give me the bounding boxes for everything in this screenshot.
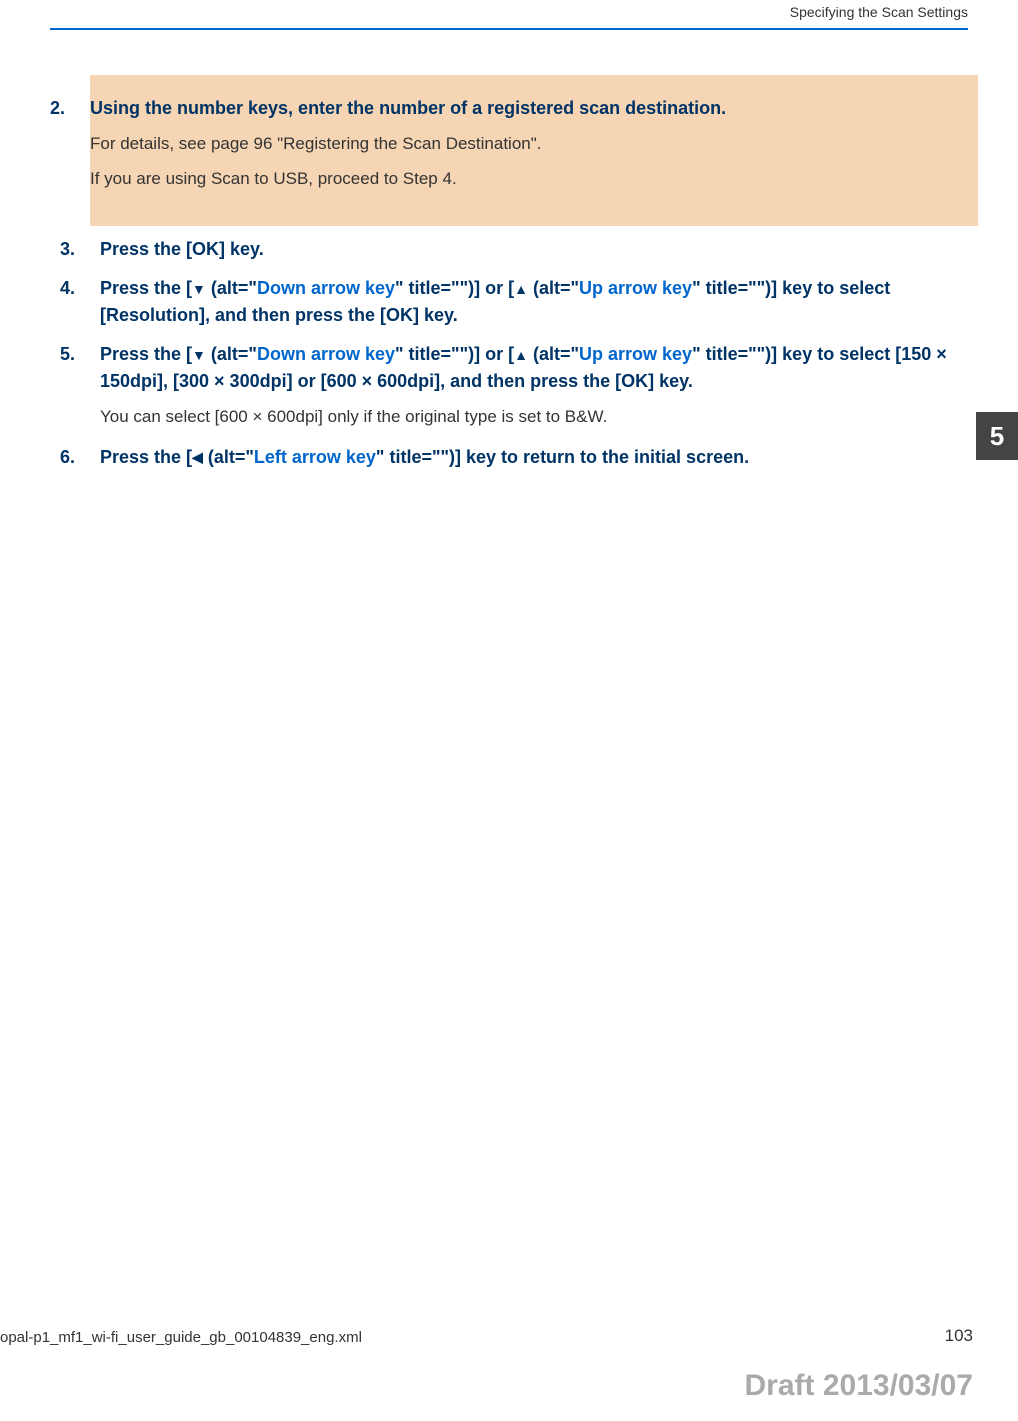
footer-filename: opal-p1_mf1_wi-fi_user_guide_gb_00104839… (0, 1329, 362, 1346)
step-title: Press the [OK] key. (100, 239, 264, 259)
text-segment: " title="")] or [ (395, 278, 514, 298)
left-arrow-icon: ◀ (192, 447, 203, 468)
text-segment: " title="")] key to return to the initia… (376, 447, 749, 467)
down-arrow-icon: ▼ (192, 279, 206, 300)
step-4: 4. Press the [▼ (alt="Down arrow key" ti… (100, 275, 968, 329)
step-title: Press the [▼ (alt="Down arrow key" title… (100, 278, 890, 325)
step-number: 6. (60, 444, 75, 471)
draft-stamp: Draft 2013/03/07 (745, 1369, 974, 1403)
text-segment: (alt=" (206, 278, 257, 298)
down-arrow-key-link[interactable]: Down arrow key (257, 344, 395, 364)
text-segment: (alt=" (203, 447, 254, 467)
step-number: 2. (50, 95, 65, 122)
step-title: Press the [◀ (alt="Left arrow key" title… (100, 447, 749, 467)
step-number: 5. (60, 341, 75, 368)
chapter-tab: 5 (976, 412, 1018, 460)
text-segment: Press the [ (100, 278, 192, 298)
footer-page-number: 103 (945, 1326, 973, 1346)
step-2: 2. Using the number keys, enter the numb… (90, 95, 948, 194)
chapter-number: 5 (990, 421, 1004, 452)
step-number: 4. (60, 275, 75, 302)
highlight-box: 2. Using the number keys, enter the numb… (90, 75, 978, 226)
text-segment: Press the [ (100, 447, 192, 467)
step-body-line: If you are using Scan to USB, proceed to… (90, 165, 948, 194)
up-arrow-key-link[interactable]: Up arrow key (579, 278, 692, 298)
up-arrow-key-link[interactable]: Up arrow key (579, 344, 692, 364)
step-body: For details, see page 96 "Registering th… (90, 130, 948, 194)
up-arrow-icon: ▲ (514, 279, 528, 300)
text-segment: (alt=" (528, 278, 579, 298)
step-6: 6. Press the [◀ (alt="Left arrow key" ti… (100, 444, 968, 471)
up-arrow-icon: ▲ (514, 345, 528, 366)
down-arrow-icon: ▼ (192, 345, 206, 366)
step-5: 5. Press the [▼ (alt="Down arrow key" ti… (100, 341, 968, 432)
text-segment: (alt=" (528, 344, 579, 364)
step-body-line: You can select [600 × 600dpi] only if th… (100, 403, 968, 432)
step-number: 3. (60, 236, 75, 263)
text-segment: " title="")] or [ (395, 344, 514, 364)
step-3: 3. Press the [OK] key. (100, 236, 968, 263)
page-header: Specifying the Scan Settings (50, 0, 968, 30)
step-title: Using the number keys, enter the number … (90, 98, 726, 118)
step-title: Press the [▼ (alt="Down arrow key" title… (100, 344, 947, 391)
step-body-line: For details, see page 96 "Registering th… (90, 130, 948, 159)
section-title: Specifying the Scan Settings (790, 4, 968, 20)
down-arrow-key-link[interactable]: Down arrow key (257, 278, 395, 298)
left-arrow-key-link[interactable]: Left arrow key (254, 447, 376, 467)
step-body: You can select [600 × 600dpi] only if th… (100, 403, 968, 432)
step-list: 2. Using the number keys, enter the numb… (50, 75, 968, 471)
text-segment: (alt=" (206, 344, 257, 364)
page-footer: opal-p1_mf1_wi-fi_user_guide_gb_00104839… (0, 1326, 1018, 1346)
text-segment: Press the [ (100, 344, 192, 364)
